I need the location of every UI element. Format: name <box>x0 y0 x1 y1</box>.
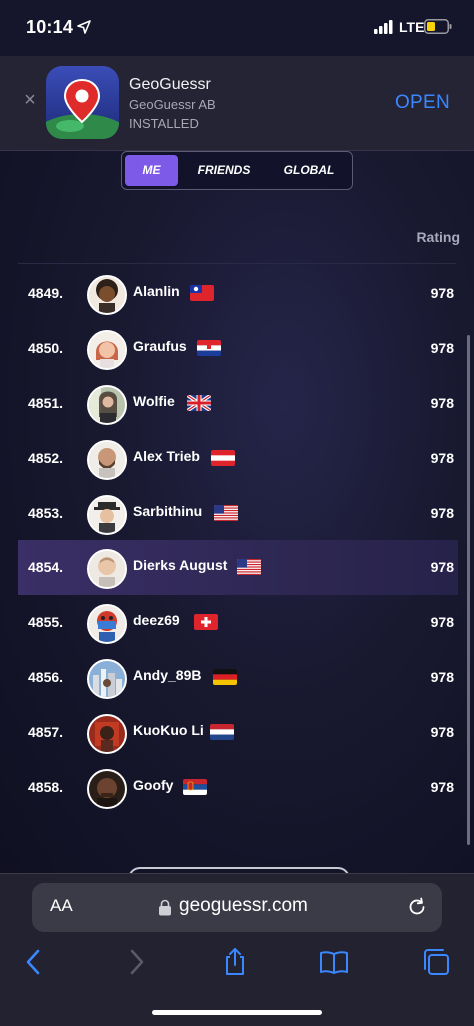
bookmarks-icon[interactable] <box>318 946 350 978</box>
tab-me[interactable]: ME <box>125 155 178 186</box>
cellular-signal-icon <box>374 20 393 34</box>
avatar <box>87 385 127 425</box>
row-rating: 978 <box>430 779 454 795</box>
avatar <box>87 604 127 644</box>
avatar <box>87 330 127 370</box>
row-rating: 978 <box>430 559 454 575</box>
app-name: GeoGuessr <box>129 76 211 93</box>
avatar <box>87 275 127 315</box>
usa-flag-icon <box>237 559 261 575</box>
croatia-flag-icon <box>197 340 221 356</box>
tab-global[interactable]: GLOBAL <box>274 155 344 186</box>
home-indicator <box>152 1010 322 1015</box>
tab-friends[interactable]: FRIENDS <box>189 155 259 186</box>
lock-icon <box>159 899 171 916</box>
leaderboard-row[interactable]: 4855. deez69 978 <box>18 595 458 650</box>
address-bar[interactable]: AA geoguessr.com <box>32 883 442 932</box>
row-rating: 978 <box>430 285 454 301</box>
row-rank: 4855. <box>28 614 64 630</box>
row-rank: 4849. <box>28 285 64 301</box>
status-bar: 10:14 LTE <box>0 0 474 56</box>
avatar <box>87 659 127 699</box>
avatar <box>87 769 127 809</box>
row-rank: 4856. <box>28 669 64 685</box>
leaderboard-row[interactable]: 4850. Graufus 978 <box>18 321 458 376</box>
app-developer: GeoGuessr AB <box>129 97 216 112</box>
row-username: Graufus <box>133 338 187 354</box>
row-username: deez69 <box>133 612 180 628</box>
leaderboard-row-current-user[interactable]: 4854. Dierks August 978 <box>18 540 458 595</box>
leaderboard-row[interactable]: 4856. Andy_89B 978 <box>18 650 458 705</box>
switzerland-flag-icon <box>194 614 218 630</box>
row-username: Goofy <box>133 777 174 793</box>
geoguessr-app-icon <box>46 66 119 139</box>
netherlands-flag-icon <box>210 724 234 740</box>
network-label: LTE <box>399 19 425 35</box>
avatar <box>87 714 127 754</box>
germany-flag-icon <box>213 669 237 685</box>
reload-icon[interactable] <box>406 896 428 918</box>
row-username: KuoKuo Li <box>133 722 204 738</box>
header-divider <box>18 263 456 264</box>
row-rank: 4858. <box>28 779 64 795</box>
leaderboard-page: ME FRIENDS GLOBAL Rating 4849. Alanlin 9… <box>0 151 474 873</box>
scrollbar[interactable] <box>467 335 470 845</box>
row-rating: 978 <box>430 395 454 411</box>
row-rank: 4854. <box>28 559 64 575</box>
serbia-flag-icon <box>183 779 207 795</box>
row-rating: 978 <box>430 340 454 356</box>
leaderboard-tabs: ME FRIENDS GLOBAL <box>121 151 353 190</box>
leaderboard-row[interactable]: 4853. Sarbithinu 978 <box>18 486 458 541</box>
text-size-button[interactable]: AA <box>50 896 73 916</box>
url-text[interactable]: geoguessr.com <box>179 895 308 917</box>
leaderboard-row[interactable]: 4858. Goofy 978 <box>18 760 458 815</box>
browser-toolbar: AA geoguessr.com <box>0 873 474 1026</box>
close-banner-icon[interactable]: × <box>20 90 40 110</box>
smart-app-banner: × GeoGuessr GeoGuessr AB INSTALLED OPEN <box>0 56 474 151</box>
battery-icon <box>424 19 452 34</box>
uk-flag-icon <box>187 395 211 411</box>
forward-icon[interactable] <box>120 946 152 978</box>
row-rating: 978 <box>430 724 454 740</box>
leaderboard-row[interactable]: 4849. Alanlin 978 <box>18 266 458 321</box>
rating-column-header: Rating <box>416 229 460 245</box>
row-username: Dierks August <box>133 557 228 573</box>
row-rank: 4857. <box>28 724 64 740</box>
back-icon[interactable] <box>18 946 50 978</box>
row-rank: 4852. <box>28 450 64 466</box>
leaderboard-row[interactable]: 4851. Wolfie 978 <box>18 376 458 431</box>
row-username: Alex Trieb <box>133 448 200 464</box>
share-icon[interactable] <box>219 946 251 978</box>
open-app-button[interactable]: OPEN <box>395 92 450 114</box>
row-rating: 978 <box>430 669 454 685</box>
row-username: Alanlin <box>133 283 180 299</box>
row-username: Sarbithinu <box>133 503 203 519</box>
usa-flag-icon <box>214 505 238 521</box>
avatar <box>87 549 127 589</box>
avatar <box>87 495 127 535</box>
row-rating: 978 <box>430 614 454 630</box>
row-rank: 4850. <box>28 340 64 356</box>
app-install-state: INSTALLED <box>129 116 199 131</box>
tabs-icon[interactable] <box>420 946 452 978</box>
status-time: 10:14 <box>26 17 74 37</box>
row-username: Andy_89B <box>133 667 202 683</box>
avatar <box>87 440 127 480</box>
location-arrow-icon <box>77 20 91 34</box>
row-rank: 4851. <box>28 395 64 411</box>
austria-flag-icon <box>211 450 235 466</box>
leaderboard-row[interactable]: 4852. Alex Trieb 978 <box>18 431 458 486</box>
row-rank: 4853. <box>28 505 64 521</box>
taiwan-flag-icon <box>190 285 214 301</box>
row-rating: 978 <box>430 505 454 521</box>
row-username: Wolfie <box>133 393 175 409</box>
row-rating: 978 <box>430 450 454 466</box>
leaderboard-row[interactable]: 4857. KuoKuo Li 978 <box>18 705 458 760</box>
